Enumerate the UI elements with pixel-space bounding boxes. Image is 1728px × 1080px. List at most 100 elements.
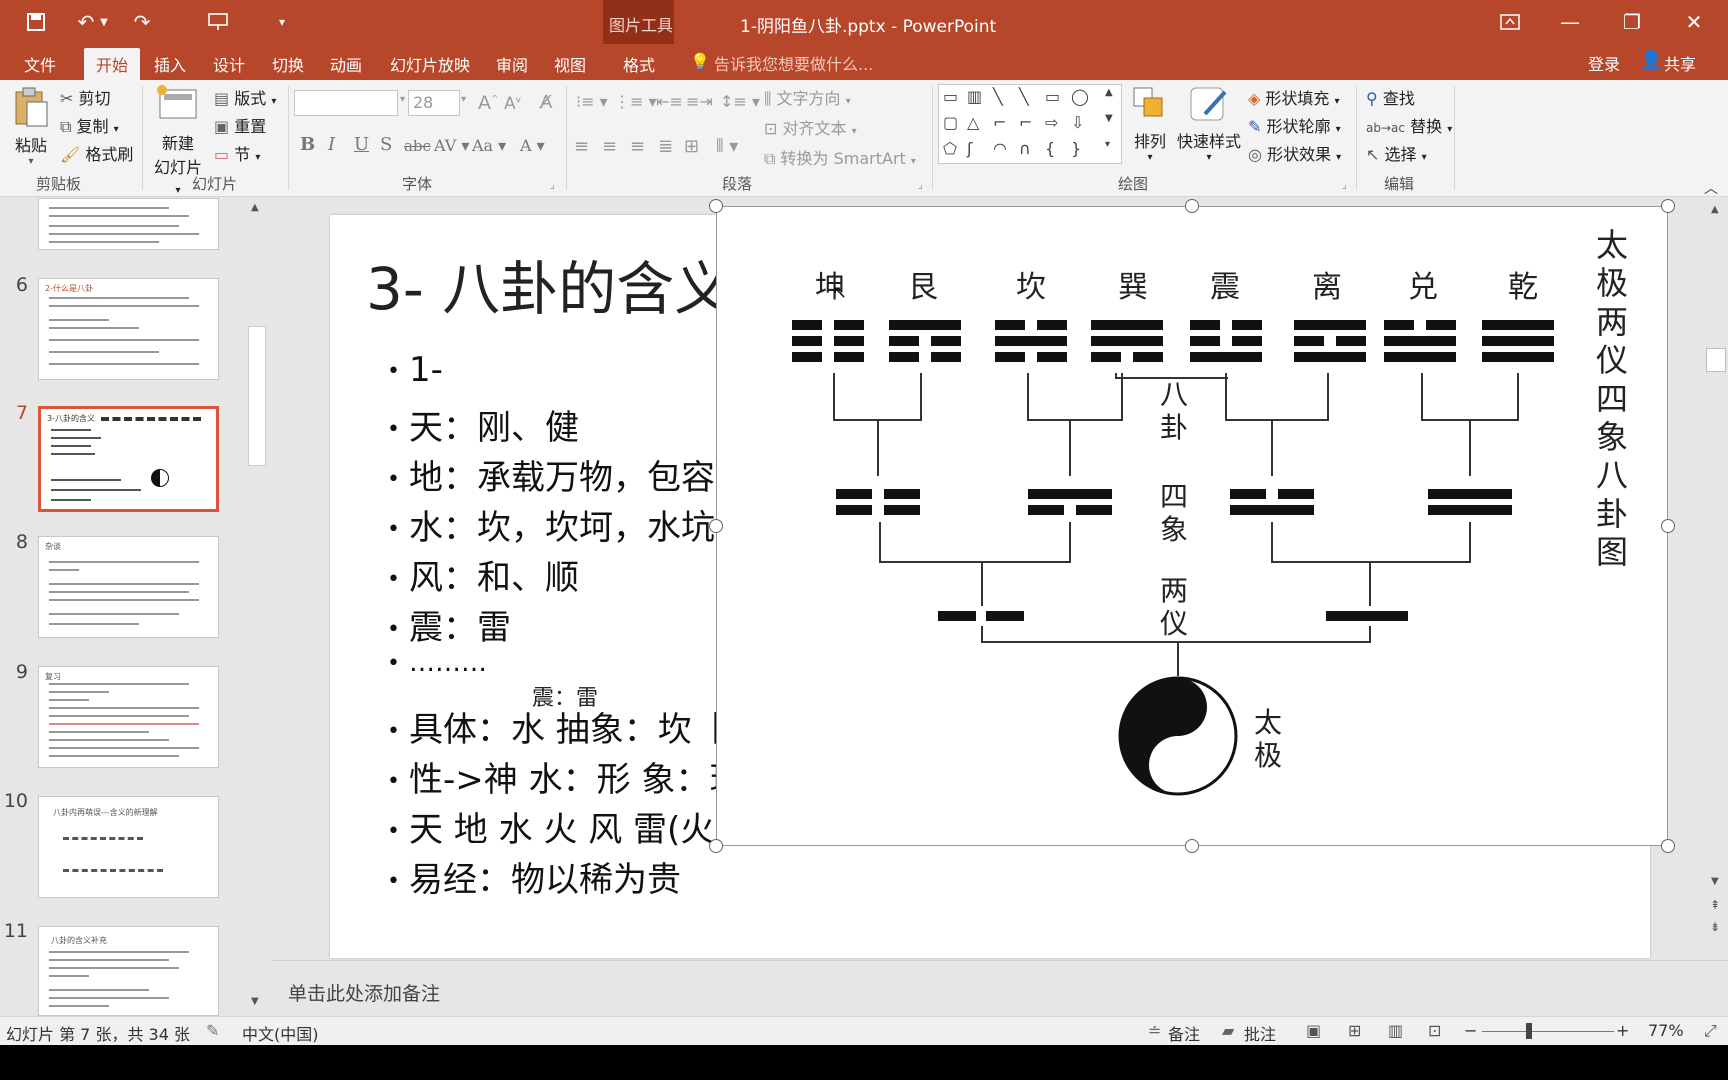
- zoom-out-icon[interactable]: −: [1464, 1021, 1477, 1040]
- bullet-item[interactable]: • 1-: [387, 350, 443, 390]
- tab-review[interactable]: 审阅: [488, 48, 536, 80]
- tab-view[interactable]: 视图: [546, 48, 594, 80]
- customize-qat-icon[interactable]: ▾: [266, 8, 298, 36]
- restore-icon[interactable]: ❐: [1610, 6, 1654, 38]
- font-dialog-launcher-icon[interactable]: ⌟: [550, 180, 555, 191]
- font-color-icon[interactable]: A ▾: [520, 136, 545, 155]
- close-icon[interactable]: ✕: [1672, 6, 1716, 38]
- slide-sorter-icon[interactable]: ⊞: [1348, 1021, 1361, 1040]
- copy-button[interactable]: ⧉ 复制 ▾: [60, 113, 119, 137]
- text-direction-button[interactable]: ⫼ 文字方向 ▾: [764, 85, 851, 109]
- numbering-icon[interactable]: ⋮≡ ▾: [614, 92, 657, 111]
- align-right-icon[interactable]: ≡: [630, 136, 645, 157]
- shapes-gallery[interactable]: ▭ ▥ ╲ ╲ ▭ ◯ ▢ △ ⌐ ⌐ ⇨ ⇩ ⬠ ʃ ◠ ∩ { } ▲ ▼ …: [938, 84, 1122, 164]
- select-button[interactable]: ↖ 选择 ▾: [1366, 141, 1427, 165]
- shape-effects-button[interactable]: ◎ 形状效果 ▾: [1248, 141, 1341, 165]
- bullet-item[interactable]: • 水：坎，坎坷，水坑: [387, 500, 715, 549]
- next-slide-icon[interactable]: ⇟: [1710, 920, 1720, 934]
- gallery-up-icon[interactable]: ▲: [1105, 87, 1113, 98]
- resize-handle[interactable]: [709, 839, 723, 853]
- notes-placeholder[interactable]: 单击此处添加备注: [288, 979, 440, 1006]
- italic-icon[interactable]: I: [328, 134, 335, 155]
- line-shape-icon[interactable]: ╲: [993, 87, 1003, 106]
- slide-thumbnail-5[interactable]: [38, 198, 219, 250]
- tab-slideshow[interactable]: 幻灯片放映: [382, 48, 478, 80]
- underline-icon[interactable]: U: [354, 134, 369, 155]
- zoom-level[interactable]: 77%: [1648, 1021, 1684, 1040]
- tab-insert[interactable]: 插入: [146, 48, 194, 80]
- textbox-shape-icon[interactable]: ▭: [943, 87, 958, 106]
- clear-formatting-icon[interactable]: A̸: [540, 92, 552, 113]
- curve-shape-icon[interactable]: ∩: [1019, 139, 1031, 158]
- save-icon[interactable]: [20, 8, 52, 36]
- resize-handle[interactable]: [1661, 519, 1675, 533]
- fit-to-window-icon[interactable]: ⤢: [1704, 1021, 1717, 1041]
- comments-toggle[interactable]: 批注: [1244, 1021, 1276, 1045]
- increase-indent-icon[interactable]: ≡⇥: [686, 92, 713, 111]
- scribble-shape-icon[interactable]: ʃ: [967, 139, 972, 158]
- decrease-font-icon[interactable]: Av: [504, 94, 521, 114]
- bullet-item[interactable]: • 震：雷: [387, 600, 511, 649]
- bullet-item[interactable]: • 易经：物以稀为贵: [387, 852, 681, 901]
- zoom-slider-track[interactable]: [1482, 1031, 1614, 1032]
- bullet-item[interactable]: • 风：和、顺: [387, 550, 579, 599]
- change-case-icon[interactable]: Aa ▾: [472, 136, 506, 155]
- bullet-item[interactable]: •………: [387, 648, 487, 678]
- convert-smartart-button[interactable]: ⧉ 转换为 SmartArt ▾: [764, 145, 916, 169]
- minimize-icon[interactable]: —: [1548, 6, 1592, 38]
- gallery-more-icon[interactable]: ▾: [1105, 139, 1110, 150]
- notes-pane[interactable]: [272, 960, 1728, 1016]
- left-brace-shape-icon[interactable]: {: [1045, 139, 1055, 158]
- columns-icon[interactable]: ⫴ ▾: [716, 136, 738, 157]
- character-spacing-icon[interactable]: AV ▾: [434, 136, 469, 155]
- format-painter-button[interactable]: 🖌 格式刷: [60, 141, 133, 165]
- increase-font-icon[interactable]: A^: [478, 92, 499, 114]
- shape-fill-button[interactable]: ◈ 形状填充 ▾: [1248, 85, 1340, 109]
- line-spacing-icon[interactable]: ↕≡ ▾: [720, 92, 760, 111]
- rounded-rect-shape-icon[interactable]: ▢: [943, 113, 958, 132]
- arrange-button[interactable]: 排列 ▾: [1126, 84, 1174, 163]
- tab-file[interactable]: 文件: [10, 48, 70, 80]
- cut-button[interactable]: ✂ 剪切: [60, 85, 111, 109]
- resize-handle[interactable]: [709, 199, 723, 213]
- scroll-thumb[interactable]: [1706, 348, 1726, 372]
- tab-transitions[interactable]: 切换: [264, 48, 312, 80]
- undo-dropdown-icon[interactable]: ▼: [96, 8, 112, 36]
- font-size-dropdown-icon[interactable]: ▾: [461, 94, 466, 105]
- bullets-icon[interactable]: ⁝≡ ▾: [576, 92, 608, 111]
- elbow-arrow-shape-icon[interactable]: ⌐: [1019, 113, 1032, 132]
- scroll-up-icon[interactable]: ▲: [251, 202, 259, 213]
- slideshow-view-icon[interactable]: ⊡: [1428, 1021, 1441, 1040]
- slide-counter[interactable]: 幻灯片 第 7 张，共 34 张: [6, 1021, 190, 1045]
- drawing-dialog-launcher-icon[interactable]: ⌟: [1342, 180, 1347, 191]
- align-left-icon[interactable]: ≡: [574, 136, 589, 157]
- justify-icon[interactable]: ≣: [658, 136, 673, 157]
- tab-animations[interactable]: 动画: [322, 48, 370, 80]
- gallery-down-icon[interactable]: ▼: [1105, 113, 1113, 124]
- scroll-down-icon[interactable]: ▼: [1711, 876, 1719, 887]
- normal-view-icon[interactable]: ▣: [1306, 1021, 1321, 1040]
- ribbon-display-options-icon[interactable]: [1488, 6, 1532, 38]
- shape-outline-button[interactable]: ✎ 形状轮廓 ▾: [1248, 113, 1341, 137]
- paste-button[interactable]: 粘贴 ▾: [10, 86, 52, 167]
- slide-thumbnail-11[interactable]: 八卦的含义补充: [38, 926, 219, 1016]
- paragraph-dialog-launcher-icon[interactable]: ⌟: [918, 180, 923, 191]
- zoom-in-icon[interactable]: +: [1616, 1021, 1629, 1040]
- find-button[interactable]: ⚲ 查找: [1366, 85, 1415, 109]
- align-center-icon[interactable]: ≡: [602, 136, 617, 157]
- vertical-textbox-shape-icon[interactable]: ▥: [967, 87, 982, 106]
- zoom-slider-thumb[interactable]: [1526, 1023, 1532, 1039]
- scroll-down-icon[interactable]: ▼: [251, 996, 259, 1007]
- tab-format[interactable]: 格式: [612, 48, 666, 80]
- redo-icon[interactable]: ↷: [126, 8, 158, 36]
- elbow-connector-shape-icon[interactable]: ⌐: [993, 113, 1006, 132]
- freeform-shape-icon[interactable]: ⬠: [943, 139, 957, 158]
- reading-view-icon[interactable]: ▥: [1388, 1021, 1403, 1040]
- previous-slide-icon[interactable]: ⇞: [1710, 898, 1720, 912]
- font-name-dropdown-icon[interactable]: ▾: [400, 94, 405, 105]
- thumbnails-scrollbar[interactable]: ▲ ▼: [247, 200, 267, 1016]
- resize-handle[interactable]: [1661, 199, 1675, 213]
- font-name-combobox[interactable]: [294, 90, 398, 116]
- right-brace-shape-icon[interactable]: }: [1071, 139, 1081, 158]
- distributed-icon[interactable]: ⊞: [684, 136, 699, 157]
